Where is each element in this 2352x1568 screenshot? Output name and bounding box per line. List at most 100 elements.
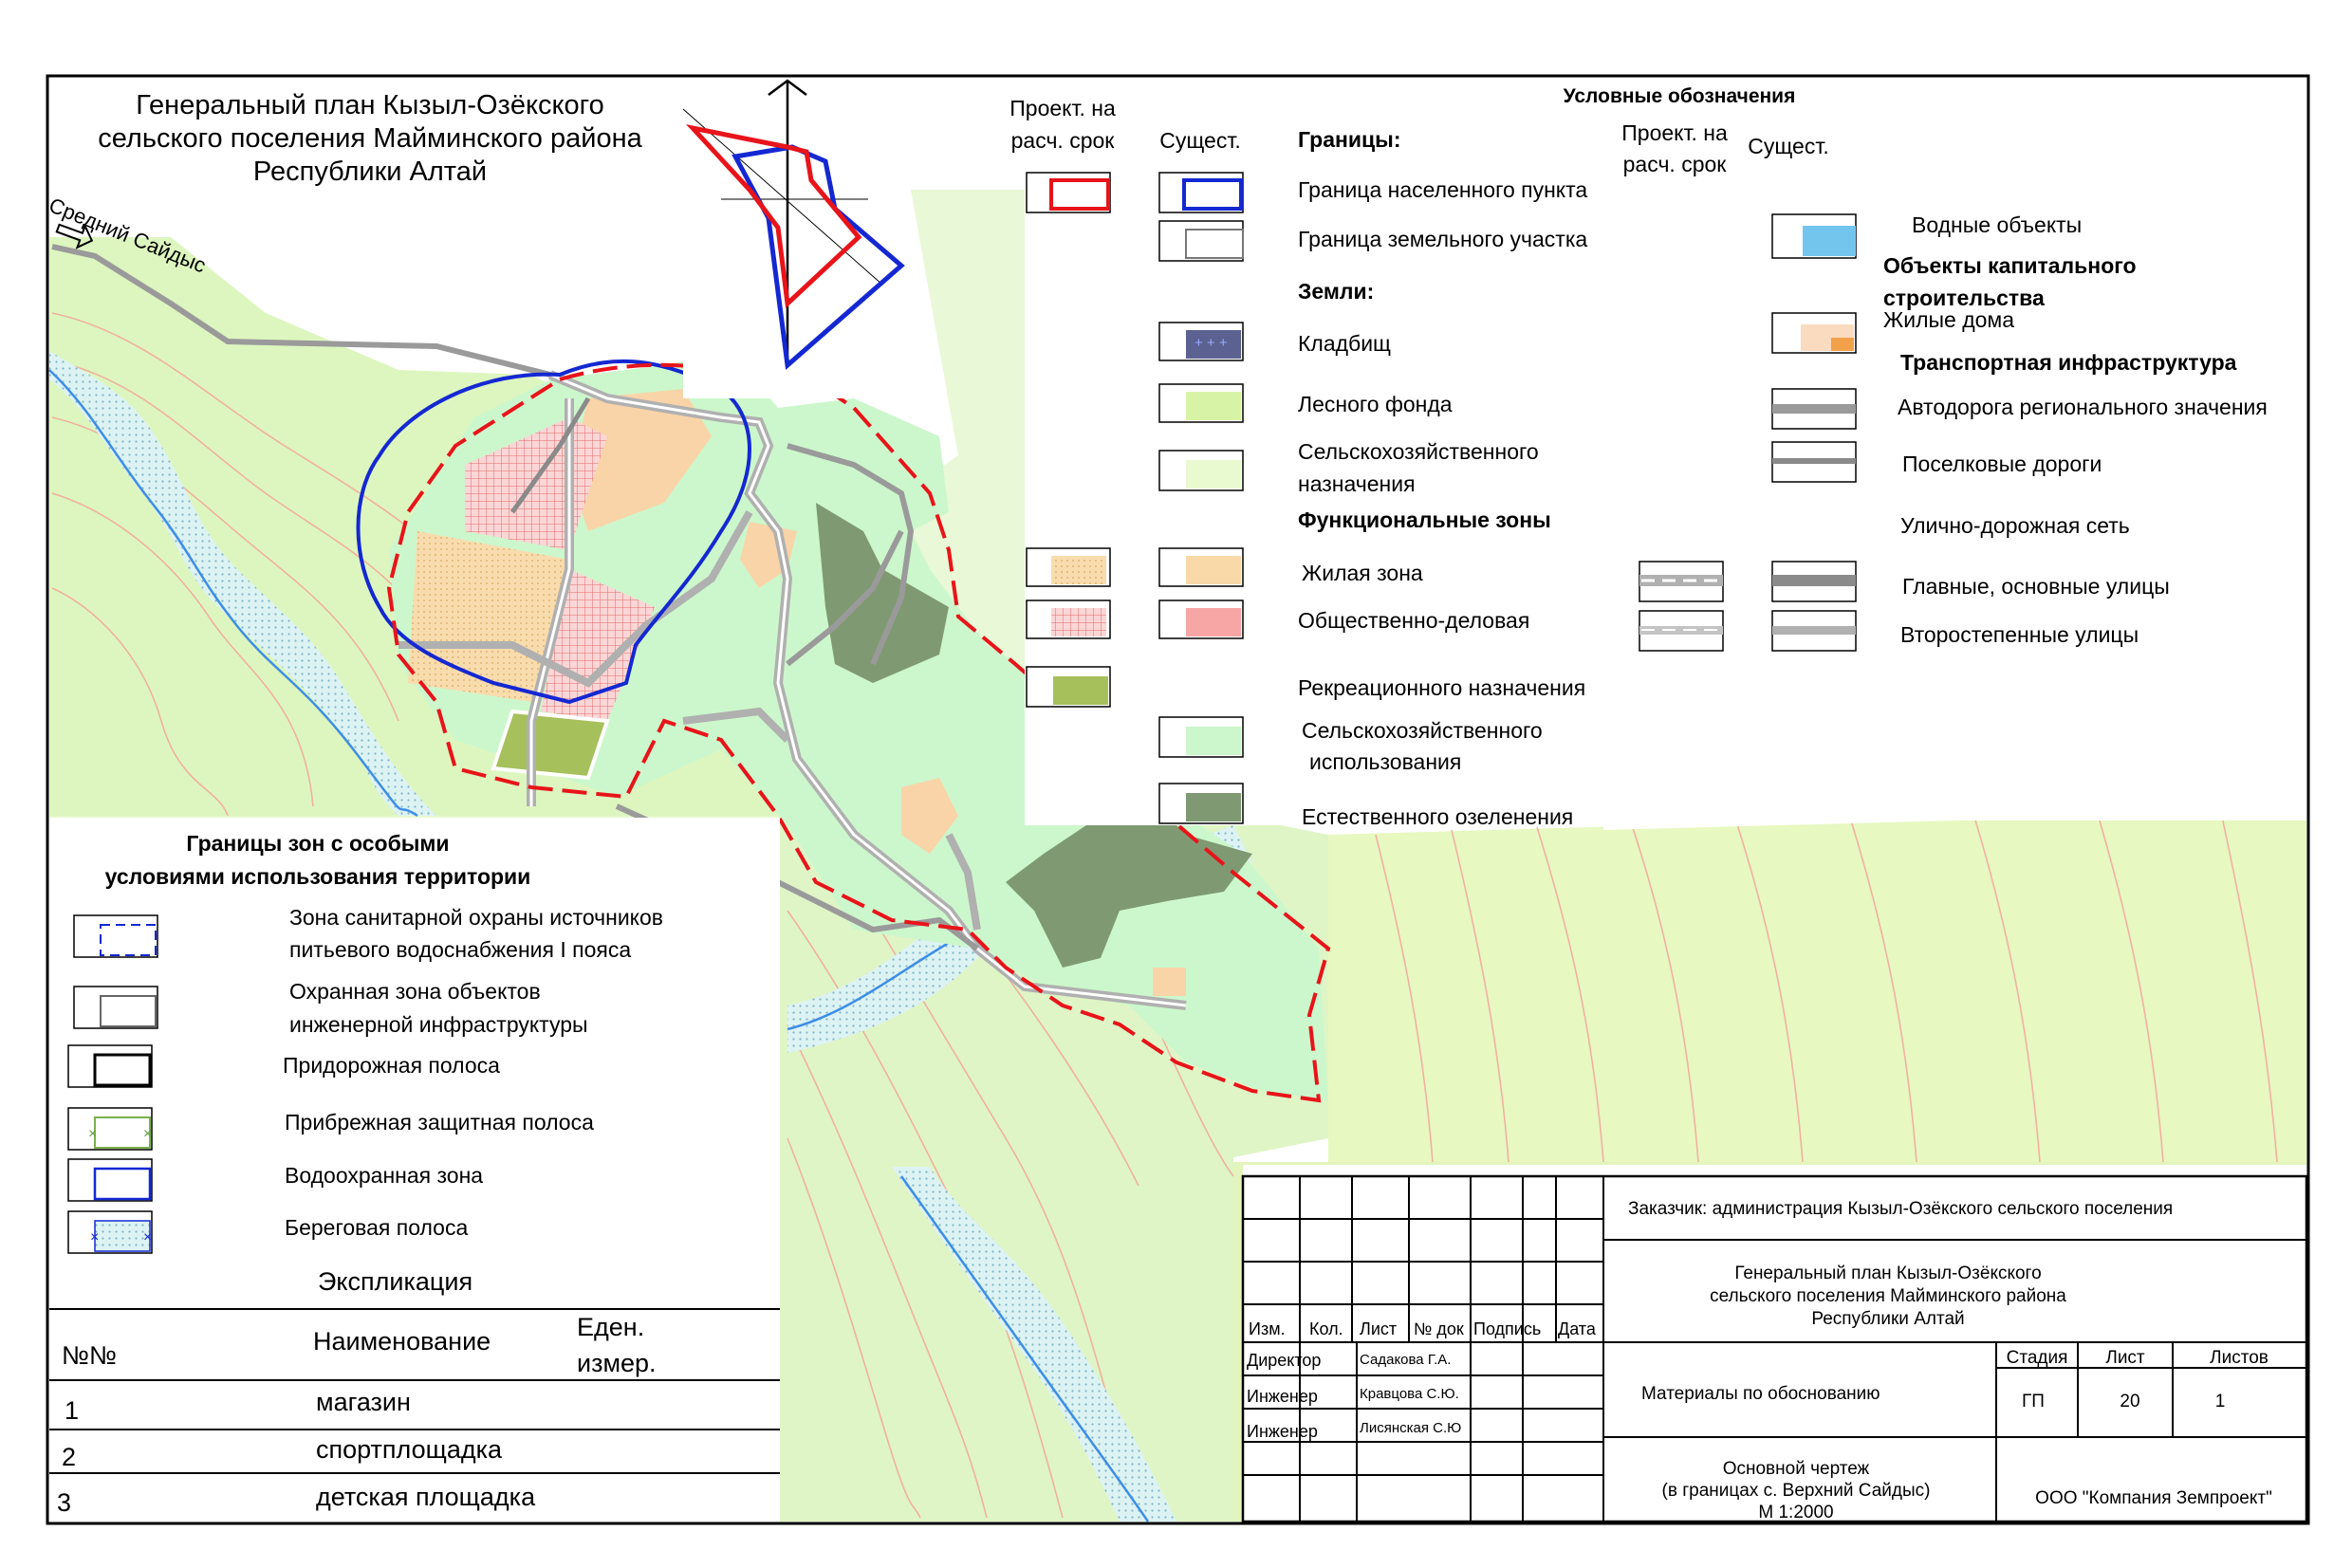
- village-road-swatch: [1772, 458, 1856, 464]
- natural-green-swatch: [1186, 793, 1241, 821]
- main-street-exist-swatch: [1772, 575, 1856, 586]
- special-zones-heading-1: Границы зон с особыми: [186, 831, 449, 856]
- title-block: Заказчик: администрация Кызыл-Озёкского …: [1241, 1165, 2308, 1523]
- regional-road-swatch: [1772, 404, 1856, 414]
- general-plan-map: Средний Сайдыс Генеральный план Кызыл-Оз…: [46, 74, 2310, 1525]
- special-coastal-protective: Прибрежная защитная полоса: [285, 1110, 594, 1134]
- svg-text:+ + +: + + +: [1195, 335, 1228, 351]
- special-zones-panel: Границы зон с особыми условиями использо…: [49, 818, 780, 1522]
- stamp-header-sign: Подпись: [1473, 1319, 1541, 1338]
- legend-land-forest: Лесного фонда: [1298, 392, 1453, 416]
- legend-section-capital-1: Объекты капитального: [1883, 253, 2137, 278]
- legend-zone-public: Общественно-деловая: [1298, 608, 1529, 633]
- legend-panel: Условные обозначения Проект. на расч. ср…: [1009, 78, 2306, 830]
- stamp-customer: Заказчик: администрация Кызыл-Озёкского …: [1628, 1199, 2173, 1219]
- stamp-header-date: Дата: [1558, 1319, 1597, 1338]
- stamp-sheet: 20: [2120, 1392, 2139, 1411]
- stamp-project-1: Генеральный план Кызыл-Озёкского: [1734, 1264, 2041, 1283]
- legend-secondary-streets: Второстепенные улицы: [1900, 622, 2139, 647]
- stamp-project-3: Республики Алтай: [1811, 1309, 1964, 1329]
- explication-col-no: №№: [62, 1341, 117, 1370]
- public-exist-swatch: [1186, 608, 1241, 636]
- secondary-street-exist-swatch: [1772, 626, 1856, 635]
- legend-col2-proj-1: Проект. на: [1621, 120, 1728, 145]
- stamp-header-sheet: Лист: [2105, 1348, 2145, 1368]
- stamp-stage: ГП: [2022, 1392, 2045, 1411]
- legend-land-cemetery: Кладбищ: [1298, 331, 1391, 356]
- legend-zone-agri-use-1: Сельскохозяйственного: [1302, 718, 1543, 743]
- legend-col2-exist: Сущест.: [1748, 134, 1828, 158]
- shore-strip-swatch: [94, 1220, 151, 1252]
- stamp-name-engineer: Кравцова С.Ю.: [1360, 1386, 1459, 1402]
- public-proj-swatch: [1051, 608, 1106, 636]
- legend-street-network: Улично-дорожная сеть: [1900, 513, 2130, 538]
- explication-title: Экспликация: [318, 1267, 472, 1296]
- legend-water-objects: Водные объекты: [1912, 212, 2082, 237]
- explication-row-name: магазин: [316, 1388, 411, 1416]
- legend-section-borders: Границы:: [1298, 127, 1400, 152]
- legend-section-zones: Функциональные зоны: [1298, 507, 1551, 532]
- stamp-scale: М 1:2000: [1758, 1503, 1833, 1522]
- explication-col-unit-2: измер.: [577, 1349, 657, 1377]
- stamp-header-kol: Кол.: [1309, 1319, 1343, 1338]
- stamp-name-director: Садакова Г.А.: [1360, 1352, 1451, 1368]
- explication-col-unit-1: Еден.: [577, 1313, 644, 1341]
- agri-use-swatch: [1186, 727, 1241, 755]
- explication-row-no: 1: [65, 1396, 79, 1425]
- special-roadside: Придорожная полоса: [283, 1053, 500, 1078]
- stamp-sheets: 1: [2215, 1392, 2226, 1411]
- special-water-protection: Водоохранная зона: [285, 1163, 483, 1188]
- stamp-company: ООО "Компания Земпроект": [2035, 1488, 2272, 1508]
- stamp-role-engineer: Инженер: [1247, 1422, 1318, 1441]
- special-engineering-2: инженерной инфраструктуры: [289, 1012, 588, 1037]
- svg-text:×: ×: [143, 1126, 152, 1142]
- legend-section-lands: Земли:: [1298, 279, 1374, 304]
- title-line-1: Генеральный план Кызыл-Озёкского: [136, 90, 603, 120]
- residential-proj-swatch: [1051, 556, 1106, 584]
- legend-main-streets: Главные, основные улицы: [1902, 574, 2170, 599]
- recreation-swatch: [1053, 676, 1108, 705]
- water-swatch: [1803, 226, 1856, 256]
- explication-row-no: 2: [62, 1443, 76, 1471]
- agri-land-swatch: [1186, 460, 1241, 489]
- stamp-project-2: сельского поселения Майминского района: [1710, 1286, 2066, 1306]
- svg-text:×: ×: [90, 1229, 99, 1245]
- stamp-header-stage: Стадия: [2007, 1348, 2068, 1368]
- explication-row-name: детская площадка: [316, 1483, 536, 1511]
- legend-border-land-plot: Граница земельного участка: [1298, 227, 1587, 251]
- title-line-3: Республики Алтай: [253, 157, 487, 187]
- legend-regional-road: Автодорога регионального значения: [1898, 395, 2268, 419]
- stamp-header-izm: Изм.: [1249, 1319, 1286, 1338]
- residential-exist-swatch: [1186, 556, 1241, 584]
- explication-row-name: спортплощадка: [316, 1435, 503, 1464]
- legend-col-proj-2: расч. срок: [1011, 128, 1116, 153]
- forest-fund-swatch: [1186, 392, 1241, 420]
- legend-col-exist: Сущест.: [1159, 128, 1240, 153]
- stamp-materials: Материалы по обоснованию: [1641, 1384, 1880, 1404]
- recreation-plot: [491, 709, 610, 781]
- stamp-header-doc: № док: [1414, 1319, 1464, 1338]
- legend-residential-houses: Жилые дома: [1883, 307, 2014, 332]
- stamp-role-director: Директор: [1247, 1351, 1321, 1370]
- legend-zone-residential: Жилая зона: [1302, 561, 1423, 585]
- explication-col-name: Наименование: [313, 1327, 491, 1356]
- title-line-2: сельского поселения Майминского района: [98, 123, 642, 154]
- legend-village-roads: Поселковые дороги: [1902, 452, 2102, 476]
- legend-land-agri-1: Сельскохозяйственного: [1298, 439, 1539, 464]
- special-sanitary-1: Зона санитарной охраны источников: [289, 905, 663, 930]
- svg-text:×: ×: [143, 1229, 152, 1245]
- special-sanitary-2: питьевого водоснабжения I пояса: [289, 937, 631, 962]
- legend-col-proj-1: Проект. на: [1009, 96, 1116, 120]
- special-zones-heading-2: условиями использования территории: [105, 864, 531, 889]
- explication-row-no: 3: [57, 1488, 71, 1517]
- stamp-role-engineer: Инженер: [1247, 1387, 1318, 1406]
- stamp-header-sheets: Листов: [2210, 1348, 2269, 1368]
- legend-col2-proj-2: расч. срок: [1623, 152, 1728, 176]
- stamp-drawing-1: Основной чертеж: [1723, 1459, 1870, 1479]
- legend-section-transport: Транспортная инфраструктура: [1900, 350, 2237, 375]
- legend-zone-natural-green: Естественного озеленения: [1302, 804, 1573, 829]
- legend-heading: Условные обозначения: [1564, 85, 1796, 107]
- legend-zone-recreation: Рекреационного назначения: [1298, 675, 1585, 700]
- stamp-drawing-2: (в границах с. Верхний Сайдыс): [1662, 1481, 1931, 1501]
- special-shore-strip: Береговая полоса: [285, 1215, 468, 1240]
